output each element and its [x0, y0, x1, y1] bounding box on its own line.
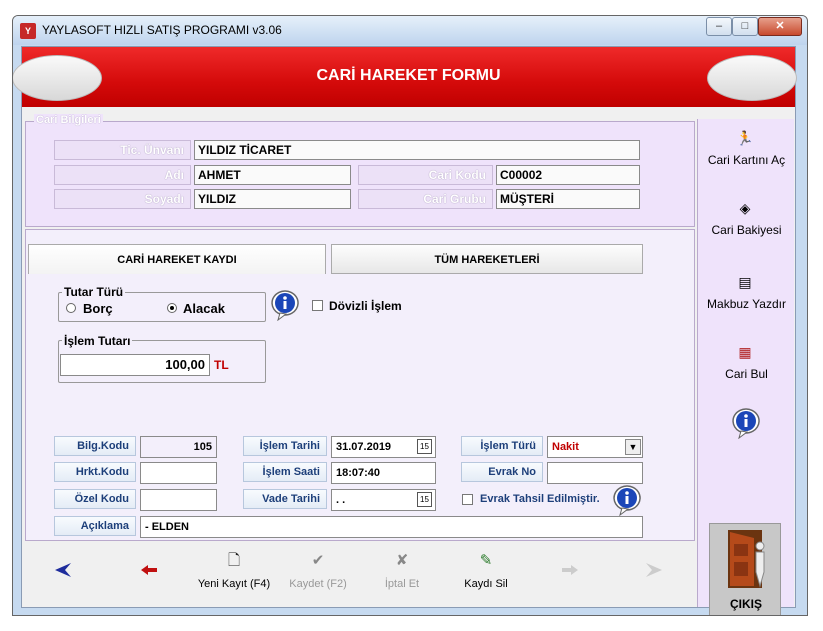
info-icon[interactable] — [612, 484, 642, 516]
last-record-icon[interactable] — [644, 560, 664, 580]
info-icon[interactable] — [270, 289, 300, 321]
app-logo-icon: Y — [20, 23, 36, 39]
cari-grubu-field[interactable]: MÜŞTERİ — [496, 189, 640, 209]
evrak-no-input[interactable] — [547, 462, 643, 484]
tutar-turu-title: Tutar Türü — [62, 285, 126, 299]
maximize-button[interactable]: □ — [732, 17, 758, 36]
islem-saati-label: İşlem Saati — [243, 462, 327, 482]
cari-bakiyesi-button[interactable]: Cari Bakiyesi — [698, 223, 795, 237]
dovizli-label[interactable]: Dövizli İşlem — [329, 299, 402, 313]
kaydi-sil-button[interactable]: Kaydı Sil — [441, 578, 531, 590]
vade-tarihi-label: Vade Tarihi — [243, 489, 327, 509]
adi-field[interactable]: AHMET — [194, 165, 351, 185]
cari-kodu-label: Cari Kodu — [358, 165, 493, 185]
cancel-x-icon: ✘ — [395, 552, 409, 569]
cikis-label: ÇIKIŞ — [729, 597, 762, 611]
cari-kodu-field[interactable]: C00002 — [496, 165, 640, 185]
yeni-kayit-button[interactable]: Yeni Kayıt (F4) — [189, 578, 279, 590]
running-man-icon[interactable]: 🏃 — [735, 129, 755, 147]
cari-info-legend: Cari Bilgileri — [34, 114, 103, 126]
form-banner: CARİ HAREKET FORMU — [13, 47, 797, 107]
ozel-kodu-label: Özel Kodu — [54, 489, 136, 509]
currency-label: TL — [214, 358, 229, 372]
islem-tarihi-label: İşlem Tarihi — [243, 436, 327, 456]
close-button[interactable]: ✕ — [758, 17, 802, 36]
aciklama-label: Açıklama — [54, 516, 136, 536]
tab-tum-hareketleri[interactable]: TÜM HAREKETLERİ — [331, 244, 643, 274]
evrak-tahsil-label[interactable]: Evrak Tahsil Edilmiştir. — [480, 493, 600, 505]
exit-door-icon — [728, 530, 765, 588]
cari-grubu-label: Cari Grubu — [358, 189, 493, 209]
makbuz-yazdir-button[interactable]: Makbuz Yazdır — [698, 297, 795, 311]
bilg-kodu-label: Bilg.Kodu — [54, 436, 136, 456]
bottom-toolbar: 🗋 Yeni Kayıt (F4) ✔ Kaydet (F2) ✘ İptal … — [22, 542, 697, 607]
previous-record-icon[interactable] — [139, 560, 159, 580]
right-sidebar: 🏃 Cari Kartını Aç ◈ Cari Bakiyesi ▤ Makb… — [697, 119, 795, 615]
checkmark-icon: ✔ — [311, 552, 325, 569]
hareket-panel: CARİ HAREKET KAYDI TÜM HAREKETLERİ Tutar… — [25, 229, 695, 541]
first-record-icon[interactable] — [53, 560, 73, 580]
bilg-kodu-field[interactable]: 105 — [140, 436, 217, 458]
unvan-field[interactable]: YILDIZ TİCARET — [194, 140, 640, 160]
new-document-icon[interactable]: 🗋 — [224, 552, 244, 570]
exit-button[interactable]: ÇIKIŞ — [709, 523, 781, 615]
iptal-et-button[interactable]: İptal Et — [357, 578, 447, 590]
chevron-down-icon[interactable]: ▼ — [625, 439, 641, 455]
kaydet-button[interactable]: Kaydet (F2) — [273, 578, 363, 590]
tab-cari-hareket-kaydi[interactable]: CARİ HAREKET KAYDI — [28, 244, 326, 274]
soyadi-label: Soyadı — [54, 189, 191, 209]
islem-turu-label: İşlem Türü — [461, 436, 543, 456]
hrkt-kodu-input[interactable] — [140, 462, 217, 484]
alacak-label[interactable]: Alacak — [183, 301, 225, 316]
alacak-radio-selected — [170, 306, 174, 310]
info-icon[interactable] — [731, 407, 761, 439]
borc-radio[interactable] — [66, 303, 76, 313]
ozel-kodu-input[interactable] — [140, 489, 217, 511]
search-record-icon[interactable]: ▦ — [735, 343, 755, 361]
client-area: CARİ HAREKET FORMU Cari Bilgileri Tic. Ü… — [13, 46, 797, 615]
dovizli-checkbox[interactable] — [312, 300, 323, 311]
window-title: YAYLASOFT HIZLI SATIŞ PROGRAMI v3.06 — [42, 23, 282, 37]
delete-record-icon: ✎ — [479, 552, 493, 569]
alacak-radio[interactable] — [167, 303, 177, 313]
minimize-button[interactable]: – — [706, 17, 732, 36]
islem-saati-input[interactable]: 18:07:40 — [331, 462, 436, 484]
hrkt-kodu-label: Hrkt.Kodu — [54, 462, 136, 482]
islem-tutari-input[interactable]: 100,00 — [60, 354, 210, 376]
islem-tutari-title: İşlem Tutarı — [62, 334, 133, 348]
evrak-tahsil-checkbox[interactable] — [462, 494, 473, 505]
evrak-no-label: Evrak No — [461, 462, 543, 482]
title-bar[interactable]: Y YAYLASOFT HIZLI SATIŞ PROGRAMI v3.06 –… — [13, 16, 807, 45]
form-title: CARİ HAREKET FORMU — [316, 67, 501, 84]
calendar-icon[interactable]: 15 — [417, 439, 432, 454]
soyadi-field[interactable]: YILDIZ — [194, 189, 351, 209]
aciklama-input[interactable]: - ELDEN — [140, 516, 643, 538]
next-record-icon[interactable] — [560, 560, 580, 580]
print-document-icon[interactable]: ▤ — [735, 273, 755, 291]
unvan-label: Tic. Ünvanı — [54, 140, 191, 160]
app-window: Y YAYLASOFT HIZLI SATIŞ PROGRAMI v3.06 –… — [12, 15, 808, 616]
borc-label[interactable]: Borç — [83, 301, 113, 316]
cari-karti-ac-button[interactable]: Cari Kartını Aç — [698, 153, 795, 167]
cari-info-panel: Cari Bilgileri Tic. Ünvanı YILDIZ TİCARE… — [25, 114, 695, 227]
adi-label: Adı — [54, 165, 191, 185]
book-icon[interactable]: ◈ — [735, 199, 755, 217]
calendar-icon[interactable]: 15 — [417, 492, 432, 507]
cari-bul-button[interactable]: Cari Bul — [698, 367, 795, 381]
